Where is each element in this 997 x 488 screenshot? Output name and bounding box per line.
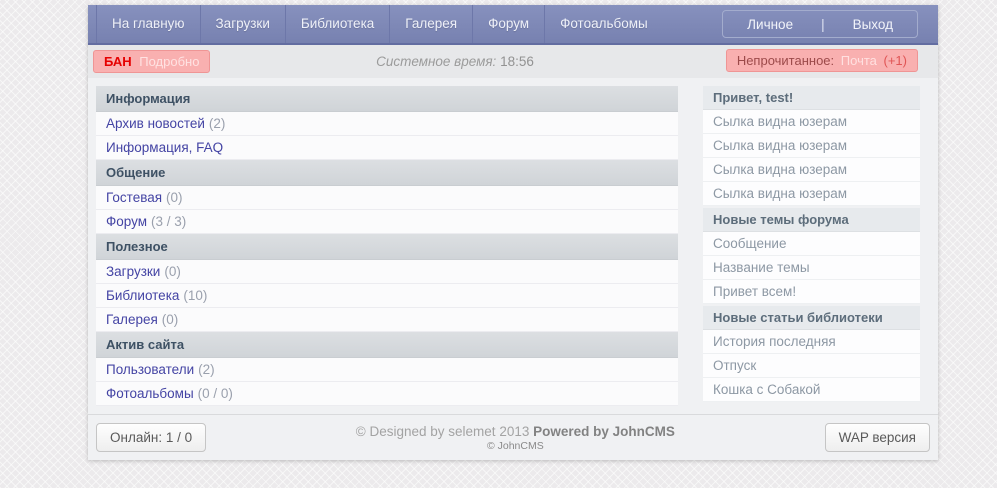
status-bar: БАН Подробно Системное время: 18:56 Непр… [88,45,938,78]
item-count: (0) [164,264,181,279]
system-time-value: 18:56 [500,54,534,69]
system-time-label: Системное время: [376,54,497,69]
nav-item-photoalbums[interactable]: Фотоальбомы [544,5,663,43]
sidebar-section-new-library-articles: Новые статьи библиотеки История последня… [703,306,920,402]
item-count: (0) [166,190,183,205]
menu-section-title-site-activity: Актив сайта [96,332,678,358]
forum-topic-item[interactable]: Привет всем! [703,280,920,304]
sidebar-greeting-title: Привет, test! [703,86,920,110]
menu-item-photoalbums: Фотоальбомы (0 / 0) [96,382,678,406]
site-menu: Информация Архив новостей (2) Информация,… [96,86,678,406]
mail-link[interactable]: Почта [841,53,877,68]
ban-details-link[interactable]: Подробно [139,54,199,69]
online-counter-button[interactable]: Онлайн: 1 / 0 [96,423,207,452]
library-article-item[interactable]: История последняя [703,330,920,354]
page-container: На главную Загрузки Библиотека Галерея Ф… [88,5,938,460]
library-article-item[interactable]: Кошка с Собакой [703,378,920,402]
forum-topic-item[interactable]: Сообщение [703,232,920,256]
sidebar-link-item[interactable]: Сылка видна юзерам [703,134,920,158]
menu-section-title-communication: Общение [96,160,678,186]
users-link[interactable]: Пользователи [106,362,194,377]
item-count: (0) [161,312,179,327]
unread-badge: Непрочитанное: Почта (+1) [725,49,918,72]
forum-link[interactable]: Форум [106,214,147,229]
ban-badge: БАН Подробно [93,50,211,73]
gallery-link[interactable]: Галерея [106,312,158,327]
personal-link[interactable]: Личное [747,17,793,32]
info-faq-link[interactable]: Информация, FAQ [106,140,223,155]
top-nav: На главную Загрузки Библиотека Галерея Ф… [88,5,938,45]
forum-topic-item[interactable]: Название темы [703,256,920,280]
item-count: (2) [208,116,226,131]
copyright-small: © JohnCMS [486,439,544,452]
copyright: © Designed by selemet 2013 Powered by Jo… [206,424,824,452]
wap-version-button[interactable]: WAP версия [824,423,930,452]
nav-item-downloads[interactable]: Загрузки [199,5,285,43]
unread-label: Непрочитанное: [736,53,835,68]
menu-item-users: Пользователи (2) [96,358,678,382]
footer: Онлайн: 1 / 0 © Designed by selemet 2013… [88,414,938,460]
menu-section-title-useful: Полезное [96,234,678,260]
menu-item-info-faq: Информация, FAQ [96,136,678,160]
photoalbums-link[interactable]: Фотоальбомы [106,386,194,401]
logout-link[interactable]: Выход [853,17,893,32]
downloads-link[interactable]: Загрузки [106,264,160,279]
unread-count: (+1) [883,53,907,68]
personal-panel: Личное | Выход [722,10,918,38]
main-content: Информация Архив новостей (2) Информация,… [88,78,938,414]
menu-item-gallery: Галерея (0) [96,308,678,332]
item-count: (2) [198,362,215,377]
nav-item-home[interactable]: На главную [96,5,200,43]
item-count: (10) [183,288,208,303]
nav-item-gallery[interactable]: Галерея [389,5,472,43]
menu-item-news-archive: Архив новостей (2) [96,112,678,136]
menu-item-library: Библиотека (10) [96,284,678,308]
sidebar-link-item[interactable]: Сылка видна юзерам [703,182,920,206]
ban-label: БАН [104,54,132,69]
sidebar: Привет, test! Сылка видна юзерам Сылка в… [703,86,920,404]
nav-item-forum[interactable]: Форум [472,5,544,43]
news-archive-link[interactable]: Архив новостей [106,116,205,131]
sidebar-forum-topics-title: Новые темы форума [703,208,920,232]
menu-item-forum: Форум (3 / 3) [96,210,678,234]
nav-item-library[interactable]: Библиотека [284,5,389,43]
library-article-item[interactable]: Отпуск [703,354,920,378]
nav-separator: | [821,16,825,32]
sidebar-section-greeting: Привет, test! Сылка видна юзерам Сылка в… [703,86,920,206]
menu-item-downloads: Загрузки (0) [96,260,678,284]
sidebar-section-new-forum-topics: Новые темы форума Сообщение Название тем… [703,208,920,304]
guestbook-link[interactable]: Гостевая [106,190,162,205]
copyright-powered: Powered by JohnCMS [533,423,675,439]
copyright-designed: © Designed by selemet 2013 [355,423,530,439]
copyright-line: © Designed by selemet 2013 Powered by Jo… [206,424,824,439]
menu-section-title-info: Информация [96,86,678,112]
item-count: (0 / 0) [197,386,233,401]
menu-item-guestbook: Гостевая (0) [96,186,678,210]
system-time: Системное время: 18:56 [355,54,555,69]
item-count: (3 / 3) [151,214,187,229]
library-link[interactable]: Библиотека [106,288,179,303]
sidebar-library-articles-title: Новые статьи библиотеки [703,306,920,330]
sidebar-link-item[interactable]: Сылка видна юзерам [703,158,920,182]
sidebar-link-item[interactable]: Сылка видна юзерам [703,110,920,134]
